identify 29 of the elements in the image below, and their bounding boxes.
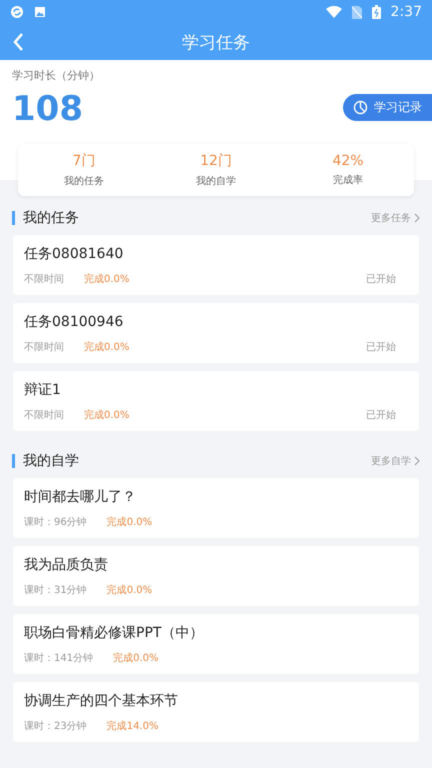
course-meta: 课时：141分钟 [24, 652, 94, 665]
course-title: 任务08100946 [24, 313, 124, 331]
course-meta: 课时：31分钟 [24, 584, 87, 597]
course-meta: 课时：96分钟 [24, 516, 87, 529]
section-title: 我的任务 [23, 209, 80, 227]
stat-value: 7门 [72, 152, 96, 170]
course-meta: 不限时间 [24, 408, 64, 422]
study-time-value: 108 [12, 89, 83, 129]
course-status: 已开始 [366, 409, 396, 422]
course-title: 职场白骨精必修课PPT（中） [24, 624, 204, 642]
course-status: 已开始 [366, 341, 396, 354]
section-title: 我的自学 [23, 452, 80, 470]
course-title: 辩证1 [24, 381, 62, 399]
course-status: 已开始 [366, 273, 396, 286]
course-title: 任务08081640 [24, 245, 124, 263]
course-meta: 不限时间 [24, 340, 64, 354]
course-meta: 课时：23分钟 [24, 720, 87, 733]
course-title: 我为品质负责 [24, 556, 109, 574]
course-title: 时间都去哪儿了？ [24, 488, 137, 506]
stat-label: 完成率 [333, 174, 363, 187]
study-time-label: 学习时长（分钟） [12, 68, 101, 83]
stat-label: 我的自学 [196, 174, 236, 188]
course-title: 协调生产的四个基本环节 [24, 692, 179, 710]
stat-value: 12门 [200, 152, 232, 170]
stat-label: 我的任务 [64, 174, 104, 188]
course-meta: 不限时间 [24, 272, 64, 286]
stat-value: 42% [332, 153, 364, 169]
page-title: 学习任务 [182, 32, 250, 54]
status-time: 2:37 [390, 4, 422, 20]
